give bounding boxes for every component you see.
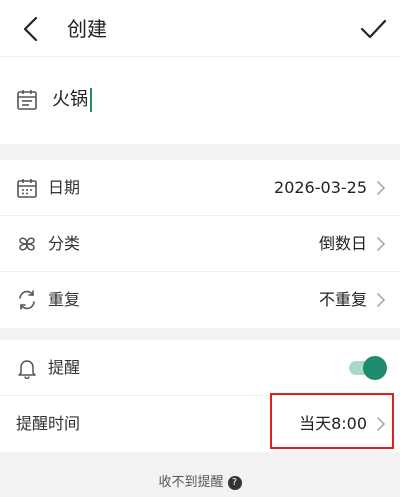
reminder-time-value: 当天8:00	[299, 414, 367, 433]
toggle-knob	[363, 356, 387, 380]
text-caret	[90, 88, 92, 112]
reminder-time-label: 提醒时间	[16, 414, 81, 433]
date-value: 2026-03-25	[274, 178, 367, 197]
chevron-right-icon	[377, 417, 385, 431]
repeat-icon	[19, 290, 35, 310]
reminder-help-text: 收不到提醒	[158, 475, 224, 490]
section-gap	[0, 144, 400, 160]
chevron-right-icon	[377, 293, 385, 307]
reminder-toggle[interactable]	[349, 356, 387, 380]
repeat-value: 不重复	[318, 290, 367, 309]
question-icon: ?	[227, 476, 242, 490]
repeat-row[interactable]: 重复 不重复	[0, 272, 400, 328]
event-name-value: 火锅	[52, 89, 88, 110]
note-icon	[17, 90, 37, 110]
repeat-label: 重复	[48, 290, 81, 309]
calendar-icon	[17, 179, 37, 198]
top-bar: 创建	[0, 0, 400, 56]
date-row[interactable]: 日期 2026-03-25	[0, 160, 400, 216]
category-row[interactable]: 分类 倒数日	[0, 216, 400, 272]
chevron-right-icon	[377, 237, 385, 251]
event-name-row: 火锅	[0, 56, 400, 144]
checkmark-icon[interactable]	[357, 13, 389, 45]
reminder-row: 提醒	[0, 340, 400, 396]
footer: 收不到提醒 ?	[0, 452, 400, 497]
reminder-label: 提醒	[48, 358, 81, 377]
category-value: 倒数日	[318, 234, 367, 253]
page-title: 创建	[67, 17, 107, 41]
clover-icon	[19, 237, 35, 251]
category-label: 分类	[48, 234, 81, 253]
section-gap	[0, 328, 400, 340]
date-label: 日期	[48, 178, 81, 197]
chevron-left-icon[interactable]	[16, 14, 46, 44]
event-name-input[interactable]: 火锅	[52, 87, 92, 113]
reminder-time-row[interactable]: 提醒时间 当天8:00	[0, 396, 400, 452]
chevron-right-icon	[377, 181, 385, 195]
reminder-help-link[interactable]: 收不到提醒 ?	[0, 474, 400, 492]
bell-icon	[18, 360, 36, 379]
